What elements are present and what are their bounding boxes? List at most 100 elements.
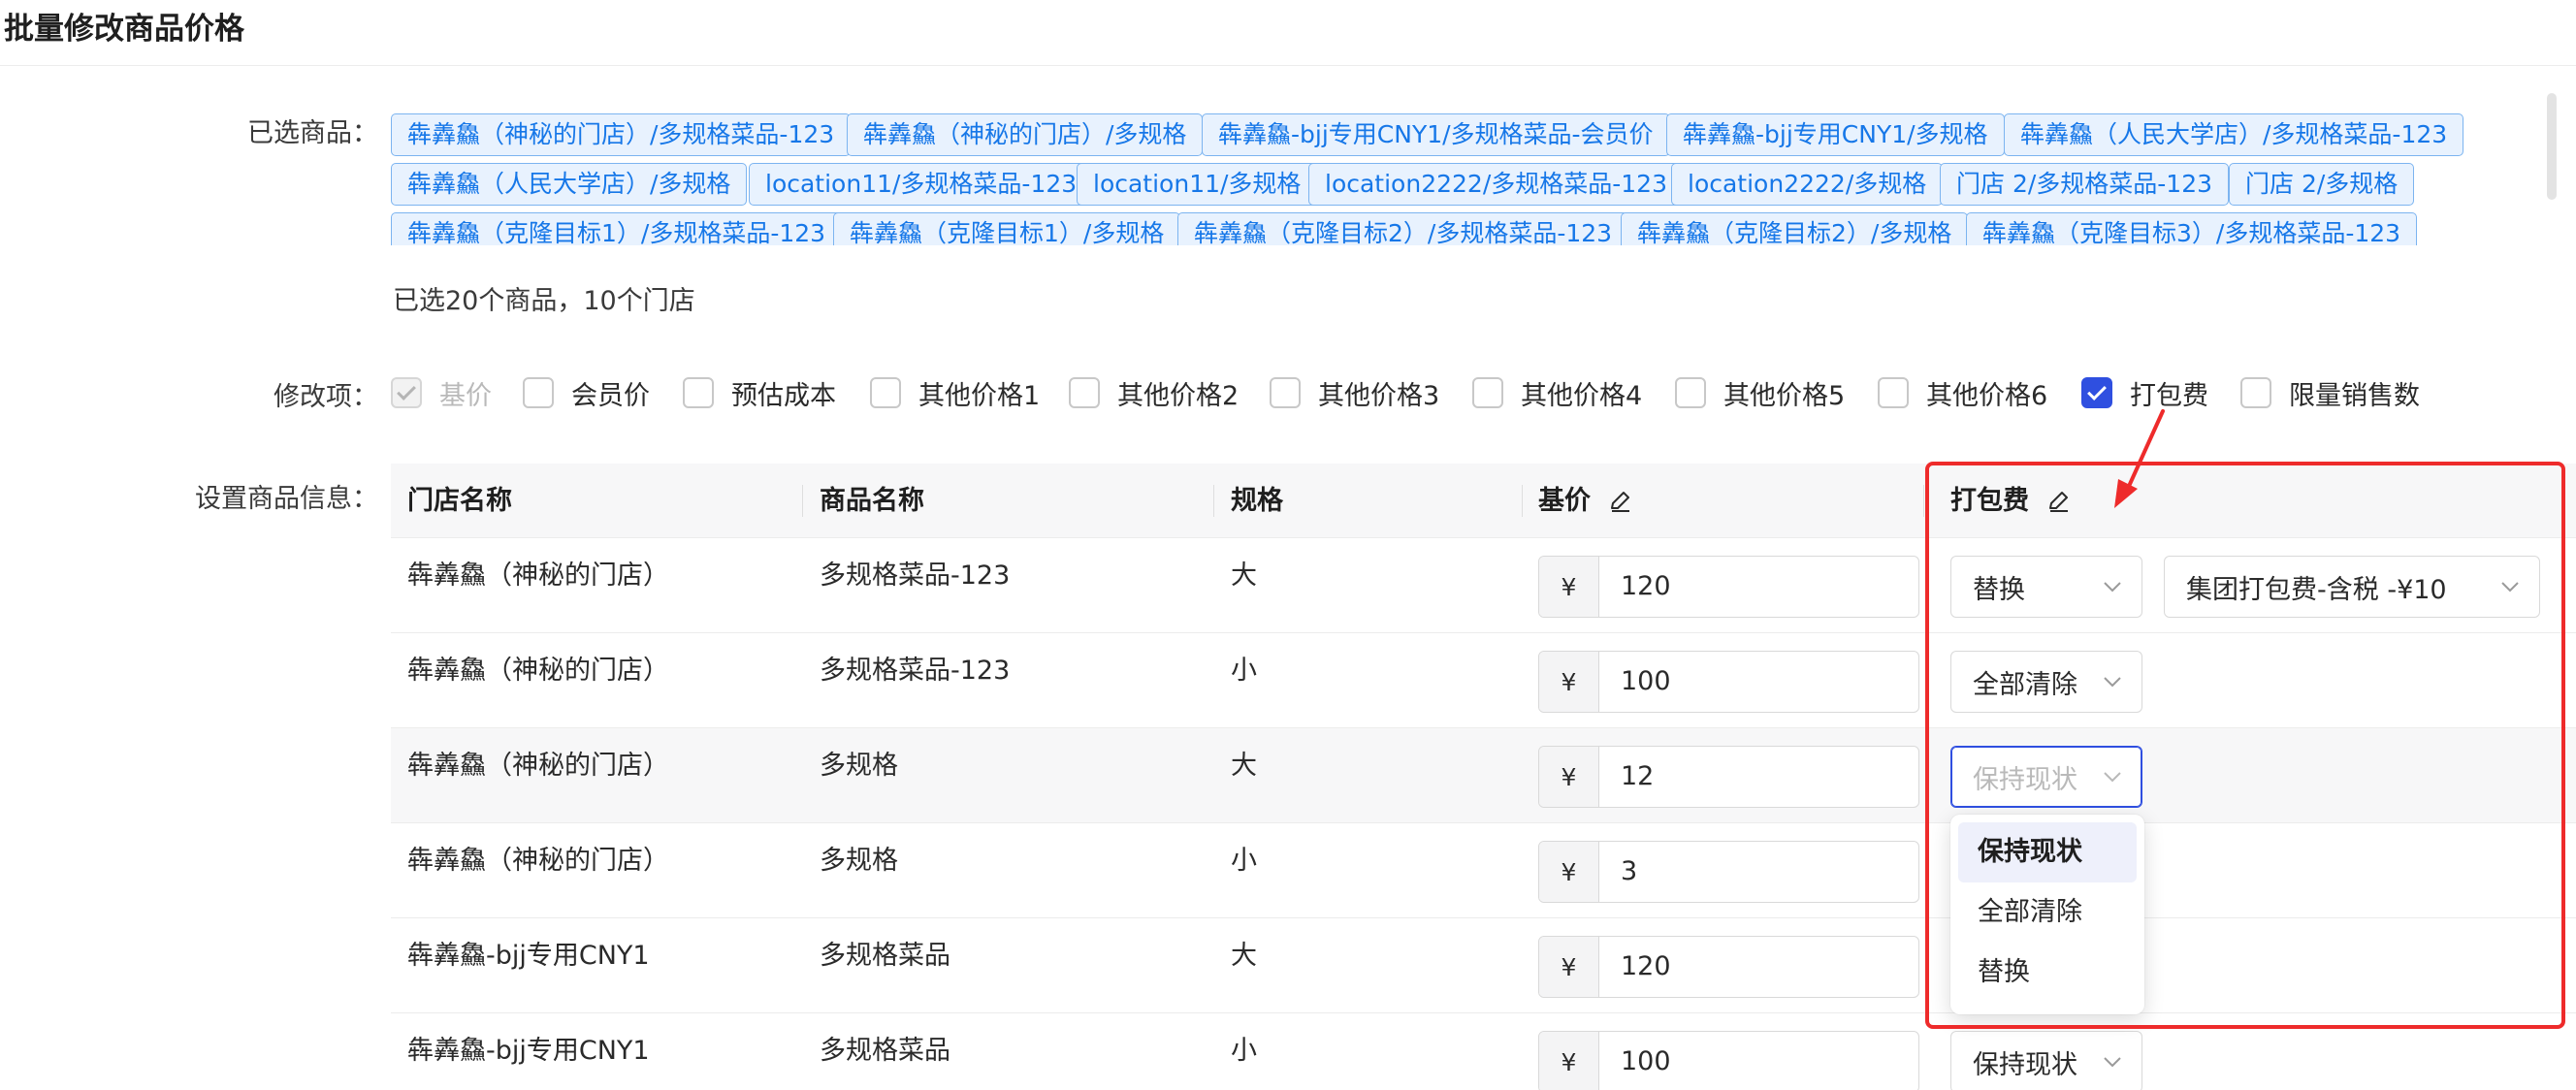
- checkbox-base-price: 基价: [391, 373, 492, 412]
- table-row: 犇羴鱻-bjj专用CNY1 多规格菜品 小 ¥ 100 保持现状: [391, 1013, 2576, 1090]
- currency-prefix: ¥: [1539, 842, 1599, 902]
- dropdown-option-replace[interactable]: 替换: [1958, 943, 2137, 1003]
- cell-spec: 大: [1231, 941, 1257, 971]
- checkbox-icon[interactable]: [2081, 377, 2112, 408]
- currency-prefix: ¥: [1539, 747, 1599, 807]
- fee-mode-select[interactable]: 全部清除: [1950, 651, 2142, 713]
- checkbox-sales-limit[interactable]: 限量销售数: [2240, 373, 2420, 412]
- checkbox-label: 其他价格5: [1723, 380, 1846, 411]
- fee-mode-select[interactable]: 替换: [1950, 556, 2142, 618]
- dropdown-option-clear[interactable]: 全部清除: [1958, 882, 2137, 943]
- chevron-down-icon: [2500, 580, 2520, 593]
- select-placeholder: 保持现状: [1973, 764, 2077, 795]
- product-tag[interactable]: location2222/多规格菜品-123: [1308, 163, 1684, 206]
- checkbox-icon[interactable]: [1878, 377, 1909, 408]
- checkbox-icon[interactable]: [870, 377, 901, 408]
- checkbox-other-price-1[interactable]: 其他价格1: [870, 373, 1040, 412]
- chevron-down-icon: [2103, 770, 2122, 784]
- fee-mode-select[interactable]: 保持现状: [1950, 1031, 2142, 1090]
- edit-pencil-icon[interactable]: [2046, 489, 2072, 514]
- base-price-input[interactable]: ¥ 100: [1538, 651, 1919, 713]
- product-tag[interactable]: location11/多规格: [1077, 163, 1318, 206]
- annotation-arrow-icon: [2114, 409, 2165, 508]
- checkbox-icon[interactable]: [2240, 377, 2271, 408]
- cell-spec: 小: [1231, 846, 1257, 876]
- checkbox-other-price-4[interactable]: 其他价格4: [1472, 373, 1642, 412]
- price-value[interactable]: 120: [1599, 557, 1918, 617]
- product-tag[interactable]: 犇羴鱻（克隆目标1）/多规格: [833, 212, 1181, 245]
- cell-store: 犇羴鱻（神秘的门店）: [407, 846, 669, 876]
- checkbox-other-price-5[interactable]: 其他价格5: [1675, 373, 1845, 412]
- product-tag[interactable]: 犇羴鱻（人民大学店）/多规格: [391, 163, 748, 206]
- checkbox-estimated-cost[interactable]: 预估成本: [683, 373, 836, 412]
- currency-prefix: ¥: [1539, 557, 1599, 617]
- fee-value-select[interactable]: 集团打包费-含税 -¥10: [2164, 556, 2540, 618]
- checkbox-icon[interactable]: [683, 377, 714, 408]
- cell-product: 多规格: [820, 751, 898, 781]
- product-table: 门店名称 商品名称 规格 基价 打包费 犇羴鱻（神秘的门店） 多规格菜品-123…: [391, 464, 2576, 1090]
- checkbox-other-price-6[interactable]: 其他价格6: [1878, 373, 2047, 412]
- base-price-input[interactable]: ¥ 12: [1538, 746, 1919, 808]
- product-tag[interactable]: 犇羴鱻（克隆目标2）/多规格菜品-123: [1177, 212, 1629, 245]
- currency-prefix: ¥: [1539, 1032, 1599, 1090]
- product-tag[interactable]: 犇羴鱻（克隆目标2）/多规格: [1621, 212, 1969, 245]
- base-price-input[interactable]: ¥ 3: [1538, 841, 1919, 903]
- cell-store: 犇羴鱻-bjj专用CNY1: [407, 1036, 650, 1066]
- selected-tags-list[interactable]: 犇羴鱻（神秘的门店）/多规格菜品-123 犇羴鱻（神秘的门店）/多规格 犇羴鱻-…: [391, 110, 2544, 245]
- price-value[interactable]: 3: [1599, 842, 1918, 902]
- cell-product: 多规格菜品: [820, 1036, 950, 1066]
- checkbox-label: 其他价格1: [918, 380, 1041, 411]
- column-header-base-price: 基价: [1538, 464, 1633, 538]
- checkbox-icon[interactable]: [1069, 377, 1100, 408]
- checkbox-icon[interactable]: [1270, 377, 1301, 408]
- cell-spec: 大: [1231, 561, 1257, 591]
- tags-scrollbar[interactable]: [2547, 93, 2557, 200]
- cell-store: 犇羴鱻（神秘的门店）: [407, 751, 669, 781]
- product-tag[interactable]: 犇羴鱻（克隆目标1）/多规格菜品-123: [391, 212, 843, 245]
- checkbox-other-price-2[interactable]: 其他价格2: [1069, 373, 1239, 412]
- currency-prefix: ¥: [1539, 652, 1599, 712]
- price-value[interactable]: 120: [1599, 937, 1918, 997]
- select-value: 全部清除: [1973, 669, 2077, 700]
- dropdown-option-keep[interactable]: 保持现状: [1958, 822, 2137, 882]
- product-tag[interactable]: 犇羴鱻（克隆目标3）/多规格菜品-123: [1966, 212, 2418, 245]
- checkbox-icon[interactable]: [1472, 377, 1503, 408]
- fee-mode-select[interactable]: 保持现状: [1950, 746, 2142, 808]
- column-header-product: 商品名称: [820, 486, 924, 516]
- product-tag[interactable]: 门店 2/多规格菜品-123: [1940, 163, 2230, 206]
- product-tag[interactable]: 门店 2/多规格: [2229, 163, 2415, 206]
- base-price-input[interactable]: ¥ 120: [1538, 556, 1919, 618]
- cell-store: 犇羴鱻（神秘的门店）: [407, 561, 669, 591]
- checkbox-label: 其他价格4: [1521, 380, 1643, 411]
- table-row: 犇羴鱻（神秘的门店） 多规格菜品-123 小 ¥ 100 全部清除: [391, 633, 2576, 728]
- product-tag[interactable]: 犇羴鱻-bjj专用CNY1/多规格: [1666, 113, 2005, 156]
- modify-items-label: 修改项：: [274, 382, 378, 412]
- product-tag[interactable]: 犇羴鱻-bjj专用CNY1/多规格菜品-会员价: [1202, 113, 1670, 156]
- cell-product: 多规格菜品: [820, 941, 950, 971]
- table-row: 犇羴鱻-bjj专用CNY1 多规格菜品 大 ¥ 120: [391, 918, 2576, 1013]
- cell-product: 多规格: [820, 846, 898, 876]
- checkbox-member-price[interactable]: 会员价: [523, 373, 650, 412]
- base-price-input[interactable]: ¥ 100: [1538, 1031, 1919, 1090]
- price-value[interactable]: 100: [1599, 1032, 1918, 1090]
- checkbox-icon[interactable]: [523, 377, 554, 408]
- select-value: 替换: [1973, 574, 2025, 605]
- price-value[interactable]: 12: [1599, 747, 1918, 807]
- checkbox-other-price-3[interactable]: 其他价格3: [1270, 373, 1439, 412]
- base-price-input[interactable]: ¥ 120: [1538, 936, 1919, 998]
- select-value: 集团打包费-含税 -¥10: [2186, 574, 2447, 605]
- product-tag[interactable]: location11/多规格菜品-123: [749, 163, 1094, 206]
- select-value: 保持现状: [1973, 1049, 2077, 1080]
- product-tag[interactable]: location2222/多规格: [1671, 163, 1944, 206]
- column-header-packaging-fee: 打包费: [1950, 464, 2072, 538]
- product-tag[interactable]: 犇羴鱻（人民大学店）/多规格菜品-123: [2004, 113, 2464, 156]
- cell-spec: 小: [1231, 1036, 1257, 1066]
- edit-pencil-icon[interactable]: [1608, 489, 1633, 514]
- product-tag[interactable]: 犇羴鱻（神秘的门店）/多规格: [847, 113, 1204, 156]
- checkbox-icon[interactable]: [1675, 377, 1706, 408]
- product-tag[interactable]: 犇羴鱻（神秘的门店）/多规格菜品-123: [391, 113, 852, 156]
- currency-prefix: ¥: [1539, 937, 1599, 997]
- checkbox-packaging-fee[interactable]: 打包费: [2081, 373, 2208, 412]
- cell-store: 犇羴鱻（神秘的门店）: [407, 656, 669, 686]
- price-value[interactable]: 100: [1599, 652, 1918, 712]
